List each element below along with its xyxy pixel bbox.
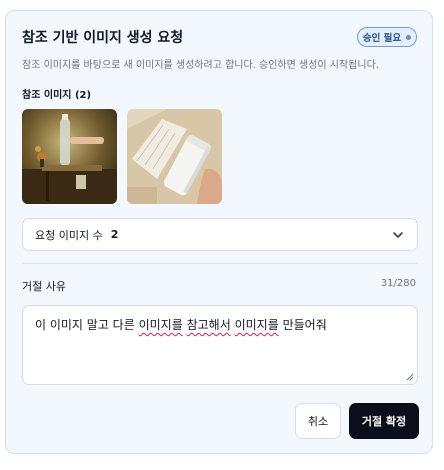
- reference-photo-white-bottle: [127, 109, 222, 204]
- reference-photo-bottle-on-table: [22, 109, 117, 204]
- dialog-description: 참조 이미지를 바탕으로 새 이미지를 생성하려고 합니다. 승인하면 생성이 …: [22, 60, 379, 71]
- reference-image-2[interactable]: [127, 109, 222, 204]
- character-counter: 31/280: [380, 278, 416, 289]
- badge-label: 승인 필요: [362, 33, 402, 44]
- confirm-reject-button[interactable]: 거절 확정: [349, 403, 419, 439]
- reason-text-misspelled: 이미지를: [234, 318, 279, 332]
- reference-image-1[interactable]: [22, 109, 117, 204]
- dialog-title: 참조 기반 이미지 생성 요청: [22, 30, 184, 46]
- reference-images-label: 참조 이미지 (2): [22, 90, 92, 101]
- divider: [22, 263, 418, 264]
- image-count-value: 2: [110, 228, 119, 241]
- chevron-down-icon: [393, 232, 403, 238]
- image-count-select[interactable]: 요청 이미지 수 2: [22, 218, 418, 251]
- reason-text-misspelled: 참고해서: [186, 318, 231, 332]
- image-count-label: 요청 이미지 수: [35, 228, 103, 242]
- reject-reason-label: 거절 사유: [22, 280, 66, 293]
- reason-text-part: 만들어줘: [278, 318, 327, 332]
- reason-text-misspelled: 이미지를: [138, 318, 183, 332]
- cancel-button[interactable]: 취소: [295, 403, 341, 439]
- resize-handle-icon[interactable]: [405, 372, 414, 381]
- approval-required-badge: 승인 필요: [357, 27, 417, 47]
- approval-dialog: 참조 기반 이미지 생성 요청 승인 필요 참조 이미지를 바탕으로 새 이미지…: [5, 10, 433, 454]
- status-dot-icon: [406, 34, 412, 40]
- reason-text-part: 이 이미지 말고 다른: [35, 318, 139, 332]
- reject-reason-textarea[interactable]: 이 이미지 말고 다른 이미지를 참고해서 이미지를 만들어줘: [22, 305, 418, 385]
